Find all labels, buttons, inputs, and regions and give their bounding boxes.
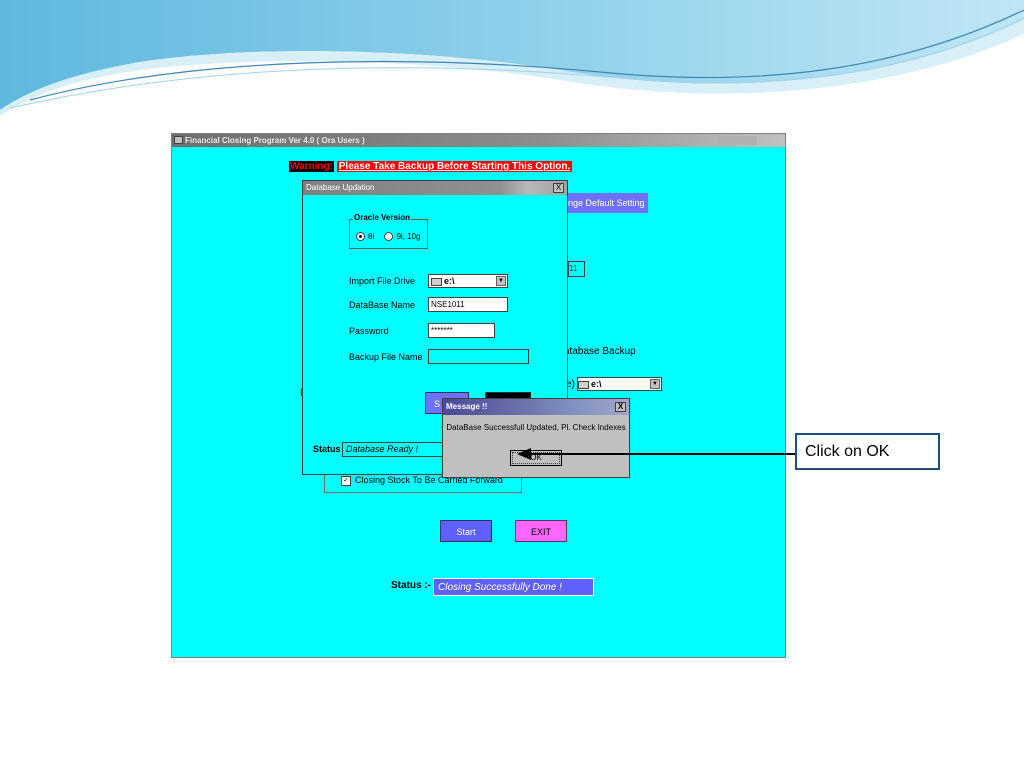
main-status-label: Status :- (391, 580, 431, 591)
database-backup-label: atabase Backup (564, 346, 636, 357)
password-input[interactable]: ******* (428, 323, 495, 338)
import-drive-value: e:\ (444, 276, 455, 286)
import-drive-select[interactable]: e:\ ▼ (428, 274, 508, 288)
radio-oracle-8i[interactable] (356, 232, 365, 242)
slide-header-decoration (0, 0, 1024, 116)
change-default-setting-button[interactable]: ange Default Setting (563, 193, 648, 213)
chevron-down-icon[interactable]: ▼ (496, 276, 506, 286)
backup-file-name-input[interactable] (428, 349, 529, 364)
callout-arrow (517, 448, 797, 460)
main-status-value: Closing Successfully Done ! (433, 578, 594, 596)
close-icon[interactable]: X (615, 402, 626, 412)
app-title: Financial Closing Program Ver 4.0 ( Ora … (185, 136, 365, 145)
oracle-version-group: Oracle Version 8i 9i, 10g (349, 213, 428, 249)
chevron-down-icon[interactable]: ▼ (650, 379, 660, 389)
import-drive-label: Import File Drive (349, 276, 416, 286)
app-title-bar[interactable]: Financial Closing Program Ver 4.0 ( Ora … (172, 134, 785, 147)
message-dialog-title-bar[interactable]: Message !! X (443, 399, 629, 415)
callout-click-on-ok: Click on OK (795, 433, 940, 470)
db-dialog-title: Database Updation (306, 183, 375, 192)
database-name-input[interactable]: NSE1011 (428, 297, 508, 312)
database-name-label: DataBase Name (349, 300, 416, 310)
message-text: DataBase Successfull Updated, Pl. Check … (446, 423, 626, 432)
db-status-label: Status (313, 444, 341, 454)
db-dialog-title-bar[interactable]: Database Updation X (303, 181, 567, 195)
exit-button[interactable]: EXIT (515, 520, 567, 542)
message-dialog: Message !! X DataBase Successfull Update… (442, 398, 630, 478)
app-window-icon (174, 136, 183, 144)
backup-file-name-label: Backup File Name (349, 352, 423, 362)
title-bar-buttons[interactable] (717, 136, 757, 145)
close-icon[interactable]: X (553, 183, 564, 193)
start-button[interactable]: Start (440, 520, 492, 542)
partial-input-field[interactable]: 11 (568, 261, 585, 277)
radio-oracle-8i-label: 8i (368, 232, 375, 241)
db-status-value: Database Ready ! (342, 442, 457, 457)
backup-drive-select[interactable]: e:\ ▼ (577, 377, 662, 391)
drive-icon (431, 277, 442, 286)
drive-icon (578, 380, 589, 389)
closing-stock-checkbox[interactable]: ✓ (341, 475, 351, 486)
warning-label: Warning: (289, 161, 334, 172)
backup-warning: Warning: Please Take Backup Before Start… (289, 161, 573, 172)
message-dialog-title: Message !! (446, 402, 488, 411)
radio-oracle-9i-10g[interactable] (384, 232, 394, 242)
oracle-version-label: Oracle Version (353, 213, 412, 222)
radio-oracle-9i-10g-label: 9i, 10g (396, 232, 421, 241)
warning-text: Please Take Backup Before Starting This … (336, 161, 573, 172)
backup-drive-value: e:\ (591, 379, 602, 389)
password-label: Password (349, 326, 389, 336)
